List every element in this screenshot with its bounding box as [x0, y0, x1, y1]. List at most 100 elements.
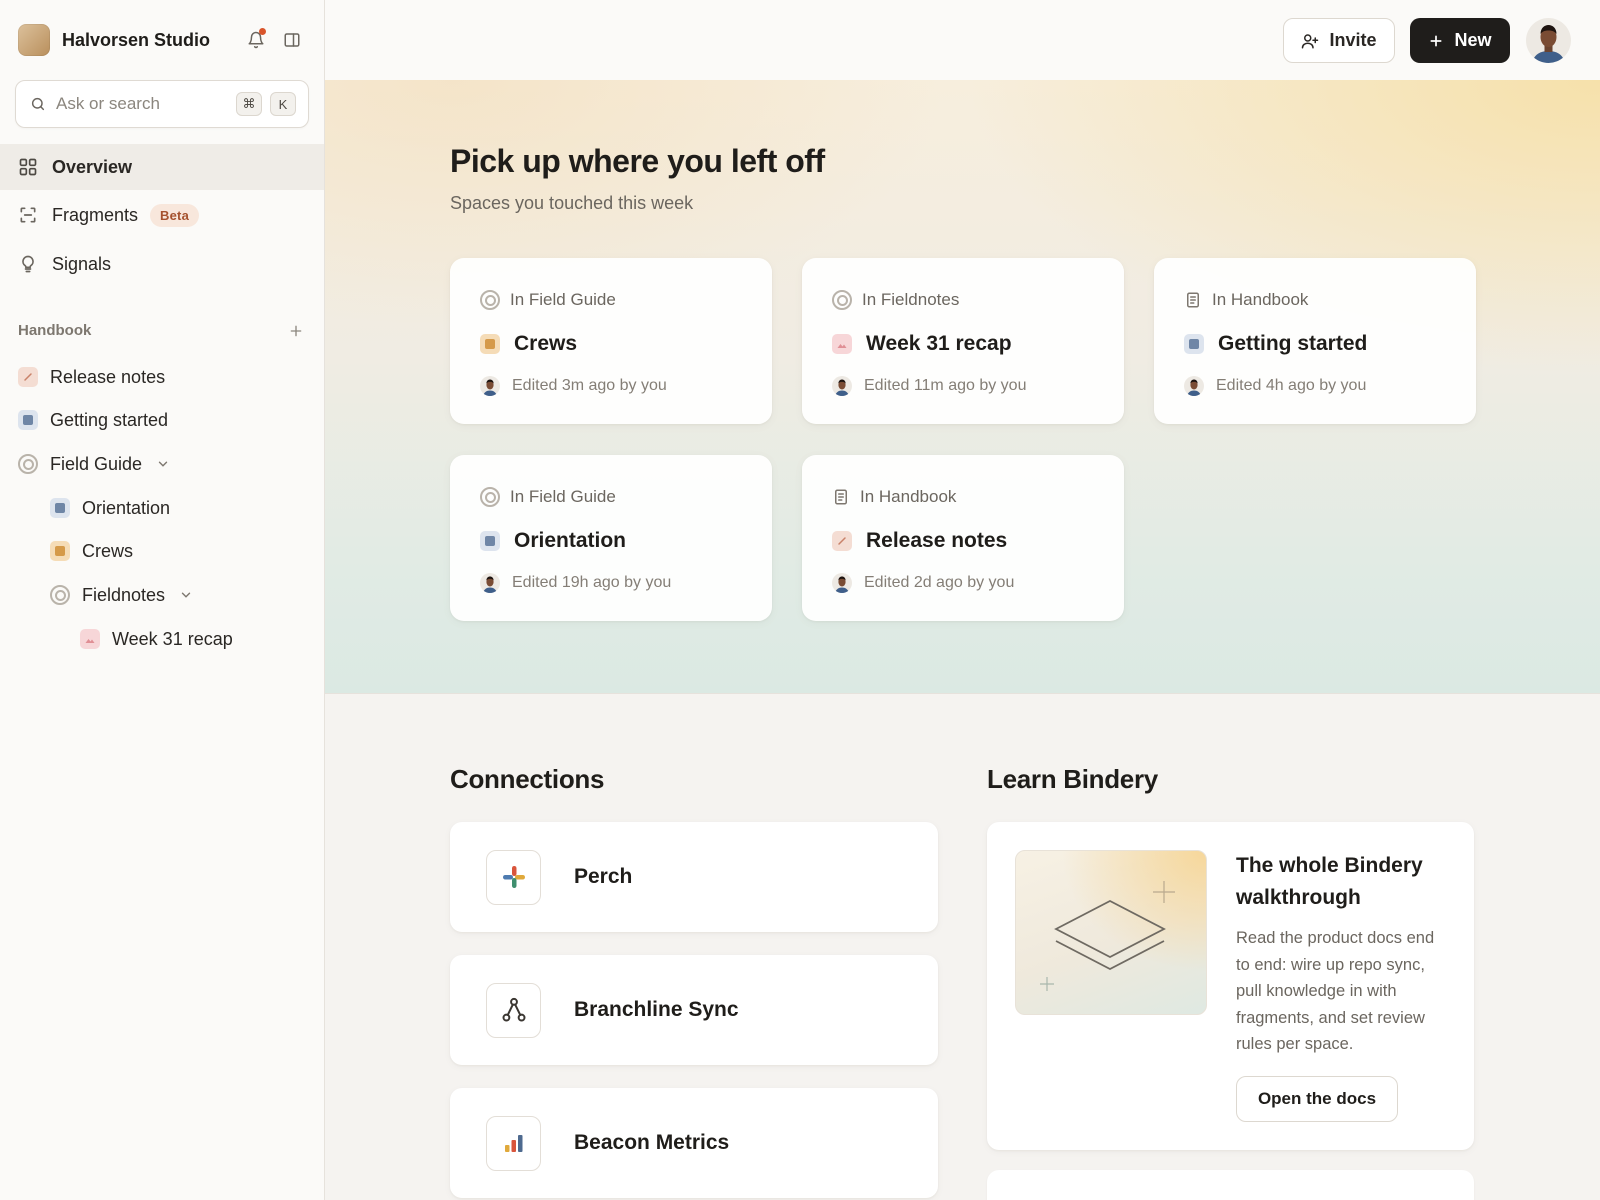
scan-icon [20, 207, 36, 223]
perch-logo-icon [486, 849, 541, 905]
beta-badge: Beta [150, 203, 200, 227]
card-meta: Edited 3m ago by you [512, 377, 667, 394]
nav-item-overview[interactable]: Overview [0, 144, 324, 190]
card-meta: Edited 11m ago by you [864, 377, 1027, 394]
card-title: Orientation [514, 529, 627, 552]
orange-square-icon [480, 334, 500, 354]
chevron-down-icon[interactable] [179, 588, 193, 602]
walkthrough-description: Read the product docs end to end: wire u… [1236, 929, 1435, 1053]
avatar [832, 376, 852, 396]
invite-label: Invite [1329, 30, 1377, 50]
avatar [832, 573, 852, 593]
learn-card-partial [987, 1170, 1474, 1200]
card-context: In Field Guide [510, 290, 616, 309]
recent-card[interactable]: In Field Guide Crews Edited 3m ago by yo… [450, 258, 772, 424]
workspace-logo[interactable] [18, 24, 50, 56]
tree-item-release-notes[interactable]: Release notes [18, 357, 165, 397]
recent-card[interactable]: In Handbook Release notes Edited 2d ago … [802, 455, 1124, 621]
plus-icon [1430, 34, 1443, 47]
recent-card[interactable]: In Fieldnotes Week 31 recap Edited 11m a… [802, 258, 1124, 424]
tree-item-field-guide[interactable]: Field Guide [18, 444, 170, 484]
new-label: New [1454, 30, 1492, 50]
document-icon [835, 489, 847, 505]
shortcut-key: K [270, 92, 296, 116]
card-title: Getting started [1218, 332, 1368, 355]
connection-name: Perch [574, 865, 633, 888]
user-avatar[interactable] [1526, 18, 1571, 63]
tree-item-label: Field Guide [50, 453, 143, 474]
branch-icon [486, 982, 541, 1038]
handbook-section-header: Handbook [18, 322, 304, 339]
recent-card[interactable]: In Handbook Getting started Edited 4h ag… [1154, 258, 1476, 424]
tree-item-label: Fieldnotes [82, 584, 166, 605]
connection-card-beacon-metrics[interactable]: Beacon Metrics [450, 1088, 938, 1198]
new-button[interactable]: New [1410, 18, 1510, 63]
search-input[interactable]: Ask or search ⌘ K [15, 80, 309, 128]
card-context: In Fieldnotes [862, 290, 960, 309]
sidebar: Halvorsen Studio Ask or search ⌘ K Overv… [0, 0, 325, 1200]
toggle-sidebar-button[interactable] [276, 24, 308, 56]
open-docs-button[interactable]: Open the docs [1236, 1076, 1398, 1122]
avatar [1184, 376, 1204, 396]
walkthrough-title: The whole Bindery walkthrough [1236, 854, 1423, 909]
add-user-icon [1302, 33, 1319, 48]
pencil-page-icon [832, 531, 852, 551]
card-context: In Handbook [860, 487, 957, 506]
search-placeholder: Ask or search [56, 94, 160, 113]
tree-item-getting-started[interactable]: Getting started [18, 400, 168, 440]
ring-icon [480, 290, 500, 310]
connection-name: Beacon Metrics [574, 1131, 730, 1154]
sidebar-toggle-icon [284, 33, 300, 47]
grid-icon [19, 158, 37, 176]
card-meta: Edited 2d ago by you [864, 574, 1015, 591]
card-meta: Edited 4h ago by you [1216, 377, 1367, 394]
card-title: Week 31 recap [866, 332, 1012, 355]
tree-item-week-31-recap[interactable]: Week 31 recap [80, 619, 233, 659]
walkthrough-card: The whole Bindery walkthrough Read the p… [987, 822, 1474, 1150]
tree-item-label: Release notes [50, 366, 166, 387]
shortcut-mod-key: ⌘ [236, 92, 262, 116]
connection-name: Branchline Sync [574, 998, 739, 1021]
notifications-button[interactable] [240, 24, 272, 56]
lightbulb-icon [22, 255, 34, 273]
blue-square-icon [1184, 334, 1204, 354]
notification-dot [259, 28, 266, 35]
tree-item-label: Week 31 recap [112, 628, 233, 649]
plus-icon[interactable] [288, 323, 304, 339]
chart-page-icon [832, 334, 852, 354]
nav-item-signals[interactable]: Signals [0, 241, 324, 287]
hero-subtitle: Spaces you touched this week [450, 193, 694, 213]
card-context: In Field Guide [510, 487, 616, 506]
tree-item-fieldnotes[interactable]: Fieldnotes [50, 575, 193, 615]
top-bar [325, 0, 1600, 80]
document-icon [1187, 292, 1199, 308]
nav-item-label: Overview [52, 156, 133, 177]
layers-illustration [1015, 850, 1207, 1015]
connections-title: Connections [450, 764, 605, 794]
chart-page-icon [80, 629, 100, 649]
ring-icon [18, 454, 38, 474]
card-context: In Handbook [1212, 290, 1309, 309]
bar-chart-icon [486, 1115, 541, 1171]
connection-card-branchline-sync[interactable]: Branchline Sync [450, 955, 938, 1065]
learn-section-title: Learn Bindery [987, 764, 1158, 794]
chevron-down-icon[interactable] [156, 457, 170, 471]
blue-square-icon [18, 410, 38, 430]
avatar [480, 376, 500, 396]
ring-icon [832, 290, 852, 310]
blue-square-icon [480, 531, 500, 551]
nav-item-fragments[interactable]: Fragments Beta [0, 192, 324, 238]
workspace-name[interactable]: Halvorsen Studio [62, 30, 240, 51]
recent-card[interactable]: In Field Guide Orientation Edited 19h ag… [450, 455, 772, 621]
tree-item-crews[interactable]: Crews [50, 531, 133, 571]
tree-item-orientation[interactable]: Orientation [50, 488, 170, 528]
avatar [480, 573, 500, 593]
invite-button[interactable]: Invite [1283, 18, 1395, 63]
search-icon [31, 97, 45, 111]
connection-card-perch[interactable]: Perch [450, 822, 938, 932]
ring-icon [50, 585, 70, 605]
workspace-header: Halvorsen Studio [18, 24, 308, 56]
hero-title: Pick up where you left off [450, 143, 825, 179]
ring-icon [480, 487, 500, 507]
tree-item-label: Orientation [82, 497, 171, 518]
